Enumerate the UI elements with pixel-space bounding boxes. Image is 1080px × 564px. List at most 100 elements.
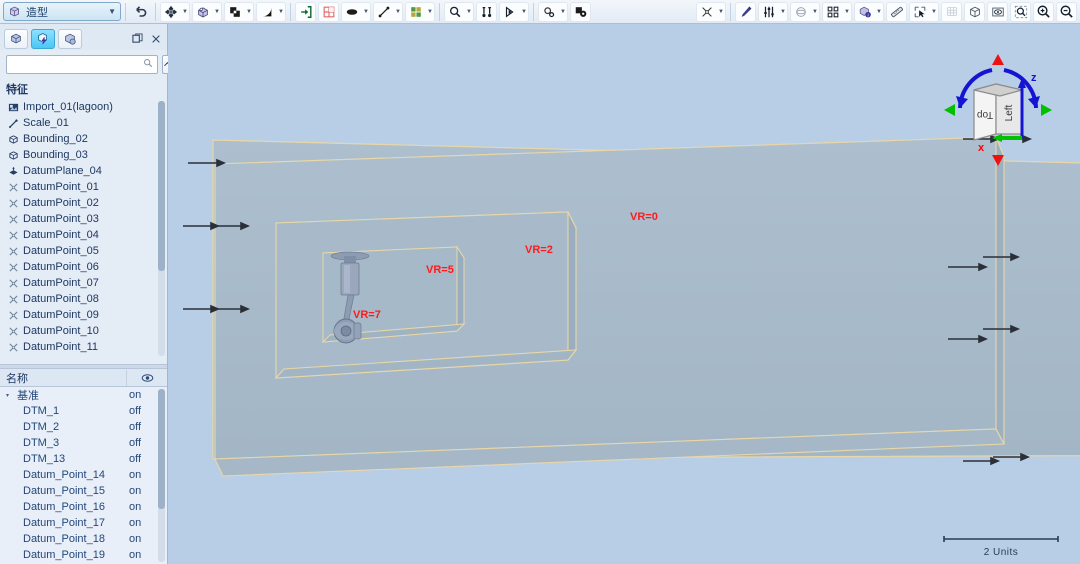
settings-group: ▼ — [538, 1, 568, 22]
feature-tree-item[interactable]: Bounding_03 — [4, 147, 167, 163]
viewport-3d[interactable]: VR=0 VR=2 VR=5 VR=7 Top Left z x 2 Units — [168, 24, 1080, 564]
ellipse-icon — [346, 8, 358, 15]
zoom-out-button[interactable] — [1056, 1, 1077, 22]
pattern-icon — [411, 6, 421, 17]
grid-button[interactable] — [318, 1, 339, 22]
object-info-dropdown-arrow[interactable]: ▼ — [875, 1, 884, 22]
object-list-row[interactable]: DTM_1 off — [0, 403, 167, 419]
scrollbar-thumb[interactable] — [158, 389, 165, 509]
tab-model[interactable] — [4, 28, 28, 49]
visibility-button[interactable] — [987, 1, 1008, 22]
solid-button[interactable] — [192, 1, 213, 22]
search-input[interactable] — [11, 58, 143, 70]
feature-tree-item-label: Bounding_02 — [23, 133, 88, 145]
view-cube[interactable]: Top Left z x — [934, 46, 1062, 174]
object-list-row[interactable]: Datum_Point_18 on — [0, 531, 167, 547]
mesh-button[interactable] — [941, 1, 962, 22]
curve-button[interactable] — [373, 1, 394, 22]
move-button[interactable] — [160, 1, 181, 22]
feature-tree-item[interactable]: DatumPoint_08 — [4, 291, 167, 307]
feature-tree-item[interactable]: DatumPoint_06 — [4, 259, 167, 275]
settings-dropdown-arrow[interactable]: ▼ — [559, 1, 568, 22]
object-list-row-label: DTM_3 — [23, 437, 60, 449]
feature-tree-item[interactable]: DatumPoint_09 — [4, 307, 167, 323]
object-list-row[interactable]: Datum_Point_14 on — [0, 467, 167, 483]
object-list-row-name-cell: Datum_Point_18 — [0, 533, 127, 545]
scale-bar-line — [943, 536, 1059, 542]
feature-tree-item[interactable]: DatumPoint_03 — [4, 211, 167, 227]
pen-button[interactable] — [735, 1, 756, 22]
scrollbar-thumb[interactable] — [158, 101, 165, 271]
datum-point-dropdown-arrow[interactable]: ▼ — [717, 1, 726, 22]
datum-point-button[interactable] — [696, 1, 717, 22]
object-list-group-row[interactable]: ▾ 基准 on — [0, 387, 167, 403]
feature-tree-item[interactable]: DatumPoint_01 — [4, 179, 167, 195]
undo-button[interactable] — [130, 2, 151, 22]
pattern-dropdown-arrow[interactable]: ▼ — [426, 1, 435, 22]
boolean-button[interactable] — [224, 1, 245, 22]
datum-point-icon — [8, 198, 19, 209]
blocks-dropdown-arrow[interactable]: ▼ — [843, 1, 852, 22]
zoom-window-button[interactable] — [1010, 1, 1031, 22]
solid-dropdown-arrow[interactable]: ▼ — [213, 1, 222, 22]
measure-button[interactable] — [476, 1, 497, 22]
feature-tree-item[interactable]: DatumPoint_10 — [4, 323, 167, 339]
feature-tree-item[interactable]: DatumPoint_11 — [4, 339, 167, 355]
play-group: ▼ — [499, 1, 529, 22]
sphere-dropdown-arrow[interactable]: ▼ — [811, 1, 820, 22]
play-dropdown-arrow[interactable]: ▼ — [520, 1, 529, 22]
feature-tree-item[interactable]: DatumPoint_02 — [4, 195, 167, 211]
blocks-button[interactable] — [822, 1, 843, 22]
sphere-button[interactable] — [790, 1, 811, 22]
feature-tree-item[interactable]: DatumPlane_04 — [4, 163, 167, 179]
object-list-rows[interactable]: ▾ 基准 on DTM_1 off DTM_2 off DTM_3 off DTM_13 off Da… — [0, 387, 167, 564]
object-list-row[interactable]: Datum_Point_16 on — [0, 499, 167, 515]
feature-tree-item[interactable]: Import_01(lagoon) — [4, 99, 167, 115]
ellipse-dropdown-arrow[interactable]: ▼ — [362, 1, 371, 22]
feature-tree-item[interactable]: DatumPoint_07 — [4, 275, 167, 291]
move-dropdown-arrow[interactable]: ▼ — [181, 1, 190, 22]
object-list-row[interactable]: DTM_13 off — [0, 451, 167, 467]
object-list-row[interactable]: Datum_Point_19 on — [0, 547, 167, 563]
settings-button[interactable] — [538, 1, 559, 22]
expand-caret-icon[interactable]: ▾ — [6, 392, 14, 399]
move-group: ▼ — [160, 1, 190, 22]
boolean-dropdown-arrow[interactable]: ▼ — [245, 1, 254, 22]
layers-button[interactable] — [570, 1, 591, 22]
sliders-button[interactable] — [758, 1, 779, 22]
feature-tree-item[interactable]: DatumPoint_04 — [4, 227, 167, 243]
select-dropdown-arrow[interactable]: ▼ — [930, 1, 939, 22]
search-dropdown-arrow[interactable]: ▼ — [465, 1, 474, 22]
ruler-button[interactable] — [886, 1, 907, 22]
mode-dropdown[interactable]: 造型 ▼ — [3, 2, 121, 21]
object-list-row[interactable]: Datum_Point_15 on — [0, 483, 167, 499]
search-box[interactable] — [6, 54, 158, 74]
sliders-dropdown-arrow[interactable]: ▼ — [779, 1, 788, 22]
feature-tree-item[interactable]: DatumPoint_05 — [4, 243, 167, 259]
tab-feature[interactable] — [31, 28, 55, 49]
object-list-row[interactable]: Datum_Point_17 on — [0, 515, 167, 531]
object-list-row[interactable]: DTM_2 off — [0, 419, 167, 435]
object-list-row-label: Datum_Point_17 — [23, 517, 105, 529]
zoom-in-button[interactable] — [1033, 1, 1054, 22]
bounding-box-button[interactable] — [964, 1, 985, 22]
restore-window-button[interactable] — [130, 31, 145, 46]
object-list-scrollbar[interactable] — [158, 389, 165, 562]
pattern-button[interactable] — [405, 1, 426, 22]
object-info-button[interactable]: i — [854, 1, 875, 22]
object-list-row[interactable]: DTM_3 off — [0, 435, 167, 451]
tab-assembly[interactable] — [58, 28, 82, 49]
ellipse-button[interactable] — [341, 1, 362, 22]
feature-tree-item[interactable]: Bounding_02 — [4, 131, 167, 147]
close-button[interactable] — [148, 31, 163, 46]
shade-dropdown-arrow[interactable]: ▼ — [277, 1, 286, 22]
play-button[interactable] — [499, 1, 520, 22]
shade-button[interactable] — [256, 1, 277, 22]
feature-tree-item[interactable]: Scale_01 — [4, 115, 167, 131]
search-button[interactable] — [444, 1, 465, 22]
feature-tree-scrollbar[interactable] — [158, 101, 165, 356]
import-button[interactable] — [295, 1, 316, 22]
curve-dropdown-arrow[interactable]: ▼ — [394, 1, 403, 22]
select-button[interactable] — [909, 1, 930, 22]
feature-tree[interactable]: Import_01(lagoon) Scale_01 Bounding_02 Boun… — [0, 99, 167, 364]
